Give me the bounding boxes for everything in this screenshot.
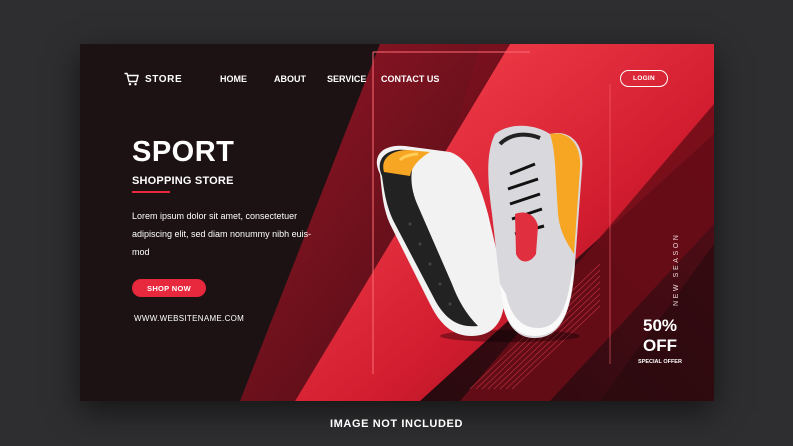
image-note: IMAGE NOT INCLUDED (329, 418, 464, 430)
landing-page-mockup: STORE HOME ABOUT SERVICE CONTACT US LOGI… (80, 44, 714, 401)
discount-word: OFF (643, 336, 677, 355)
cart-icon (124, 72, 139, 86)
brand-name: STORE (145, 73, 183, 85)
nav-service[interactable]: SERVICE (327, 74, 366, 84)
nav-contact-us[interactable]: CONTACT US (381, 74, 439, 84)
title-underline (132, 191, 170, 193)
vertical-season-label: NEW SEASON (673, 232, 680, 306)
discount-percent: 50% (642, 316, 678, 335)
description-line: mod (132, 247, 150, 257)
sneaker-image (376, 125, 583, 342)
discount-badge: 50% OFF SPECIAL OFFER (636, 316, 684, 365)
shop-now-button[interactable]: SHOP NOW (132, 279, 206, 297)
nav-about[interactable]: ABOUT (274, 74, 306, 84)
login-button[interactable]: LOGIN (620, 70, 668, 87)
description-line: Lorem ipsum dolor sit amet, consectetuer (132, 211, 298, 221)
brand-logo[interactable]: STORE (124, 72, 182, 86)
nav-home[interactable]: HOME (220, 74, 247, 84)
description-line: adipiscing elit, sed diam nonummy nibh e… (132, 229, 312, 239)
hero-title: SPORT (132, 136, 235, 168)
hero-description: Lorem ipsum dolor sit amet, consectetuer… (132, 207, 347, 261)
hero-subtitle: SHOPPING STORE (132, 175, 234, 187)
website-url[interactable]: WWW.WEBSITENAME.COM (134, 314, 244, 323)
discount-caption: SPECIAL OFFER (638, 359, 682, 365)
